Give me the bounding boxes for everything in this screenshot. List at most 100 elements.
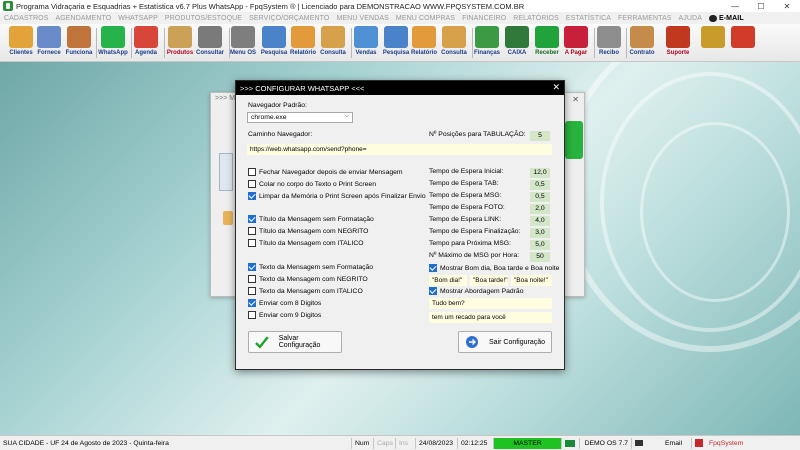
menu-produtos-estoque[interactable]: PRODUTOS/ESTOQUE	[165, 15, 242, 22]
toolbar-button-finan-as[interactable]: Finanças	[473, 26, 501, 62]
check-show-greetings[interactable]: Mostrar Bom dia, Boa tarde e Boa noite	[429, 264, 559, 272]
toolbar-button-pesquisa[interactable]: Pesquisa	[382, 26, 410, 62]
menu-agendamento[interactable]: AGENDAMENTO	[55, 15, 111, 22]
background-window-close[interactable]: ✕	[572, 95, 579, 104]
minimize-button[interactable]: —	[722, 0, 748, 12]
toolbar-separator	[164, 28, 165, 58]
toolbar-separator	[626, 28, 627, 58]
menu-compras[interactable]: MENU COMPRAS	[396, 15, 455, 22]
toolbar-button-vendas[interactable]: Vendas	[352, 26, 380, 62]
toolbar-button-produtos[interactable]: Produtos	[166, 26, 194, 62]
toolbar-button-label: Vendas	[355, 50, 377, 56]
menu-relatorios[interactable]: RELATÓRIOS	[513, 15, 559, 22]
check-title-no-format[interactable]: Título da Mensagem sem Formatação	[248, 215, 374, 223]
timing-field[interactable]: 3,0	[530, 228, 550, 238]
toolbar: Clientes Fornece Funciona WhatsApp Agenda Pro…	[0, 24, 800, 62]
check-clear-memory[interactable]: Limpar da Memória o Print Screen após Fi…	[248, 192, 426, 200]
relat-rio-icon	[291, 26, 315, 48]
timing-field[interactable]: 4,0	[530, 216, 550, 226]
timing-field[interactable]: 5,0	[530, 240, 550, 250]
timing-field[interactable]: 50	[530, 252, 550, 262]
approach-field-1[interactable]: Tudo bem?	[429, 298, 552, 309]
exit-config-button[interactable]: Sair Configuração	[458, 331, 552, 353]
greeting-morning-field[interactable]: "Bom dia!"	[429, 275, 467, 286]
tab-positions-label: Nº Posições para TABULAÇÃO:	[429, 131, 526, 138]
menu-ferramentas[interactable]: FERRAMENTAS	[618, 15, 671, 22]
email-icon	[708, 14, 717, 22]
checkbox-icon	[248, 287, 256, 295]
clientes-icon	[9, 26, 33, 48]
toolbar-button-label: Funciona	[65, 50, 93, 56]
menu-whatsapp[interactable]: WHATSAPP	[118, 15, 158, 22]
check-text-bold[interactable]: Texto da Mensagem com NEGRITO	[248, 275, 368, 283]
toolbar-button-label: A Pagar	[564, 50, 588, 56]
menu-email[interactable]: E-MAIL	[708, 14, 744, 22]
menu-vendas[interactable]: MENU VENDAS	[336, 15, 388, 22]
toolbar-button-consulta[interactable]: Consulta	[440, 26, 468, 62]
toolbar-button-suporte[interactable]: Suporte	[664, 26, 692, 62]
dialog-close-button[interactable]: ✕	[552, 82, 560, 93]
toolbar-button-caixa[interactable]: CAIXA	[503, 26, 531, 62]
menu-estatistica[interactable]: ESTATÍSTICA	[566, 15, 611, 22]
check-send-9-digits[interactable]: Enviar com 9 Digitos	[248, 311, 321, 319]
toolbar-button-label: Consulta	[441, 50, 467, 56]
staircase-decoration	[640, 122, 790, 302]
approach-field-2[interactable]: tem um recado para você	[429, 312, 552, 323]
greeting-evening-field[interactable]: "Boa noite!"	[511, 275, 552, 286]
toolbar-button-icon-23[interactable]	[729, 26, 757, 62]
toolbar-button-relat-rio[interactable]: Relatório	[410, 26, 438, 62]
toolbar-button-relat-rio[interactable]: Relatório	[289, 26, 317, 62]
toolbar-button-funciona[interactable]: Funciona	[65, 26, 93, 62]
toolbar-button-menu-os[interactable]: Menu OS	[229, 26, 257, 62]
maximize-button[interactable]: ☐	[748, 0, 774, 12]
close-button[interactable]: ✕	[774, 0, 800, 12]
toolbar-button-agenda[interactable]: Agenda	[132, 26, 160, 62]
toolbar-separator	[131, 28, 132, 58]
check-close-browser[interactable]: Fechar Navegador depois de enviar Mensag…	[248, 168, 403, 176]
tab-positions-field[interactable]: 5	[530, 131, 550, 141]
check-text-no-format[interactable]: Texto da Mensagem sem Formatação	[248, 263, 373, 271]
background-green-button[interactable]	[565, 121, 583, 159]
toolbar-button-label: Finanças	[473, 50, 500, 56]
browser-path-field[interactable]: https://web.whatsapp.com/send?phone=	[247, 144, 552, 155]
menu-financeiro[interactable]: FINANCEIRO	[462, 15, 506, 22]
toolbar-button-receber[interactable]: Receber	[533, 26, 561, 62]
timing-field[interactable]: 0,5	[530, 192, 550, 202]
menu-servico-orcamento[interactable]: SERVIÇO/ORÇAMENTO	[249, 15, 329, 22]
status-email[interactable]: Email	[662, 437, 692, 449]
toolbar-button-contrato[interactable]: Contrato	[628, 26, 656, 62]
timing-label: Tempo de Espera MSG:	[429, 192, 502, 199]
timing-field[interactable]: 0,5	[530, 180, 550, 190]
toolbar-button-whatsapp[interactable]: WhatsApp	[98, 26, 128, 62]
whatsapp-icon	[101, 26, 125, 48]
check-title-bold[interactable]: Título da Mensagem com NEGRITO	[248, 227, 368, 235]
toolbar-separator	[472, 28, 473, 58]
receber-icon	[535, 26, 559, 48]
toolbar-button-fornece[interactable]: Fornece	[35, 26, 63, 62]
check-title-italic[interactable]: Título da Mensagem com ITALICO	[248, 239, 364, 247]
check-text-italic[interactable]: Texto da Mensagem com ITALICO	[248, 287, 363, 295]
toolbar-button-label: Consultar	[196, 50, 225, 56]
toolbar-button-consultar[interactable]: Consultar	[196, 26, 224, 62]
menu-cadastros[interactable]: CADASTROS	[4, 15, 48, 22]
toolbar-button-recibo[interactable]: Recibo	[595, 26, 623, 62]
status-email-icon-cell[interactable]	[632, 438, 662, 449]
timing-label: Tempo de Espera LINK:	[429, 216, 502, 223]
toolbar-button-pesquisa[interactable]: Pesquisa	[260, 26, 288, 62]
pesquisa-icon	[262, 26, 286, 48]
tool-23-icon	[731, 26, 755, 48]
timing-field[interactable]: 2,0	[530, 204, 550, 214]
path-label: Caminho Navegador:	[248, 131, 313, 138]
menu-ajuda[interactable]: AJUDA	[679, 15, 702, 22]
timing-field[interactable]: 12,0	[530, 168, 550, 178]
toolbar-button-consulta[interactable]: Consulta	[319, 26, 347, 62]
greeting-afternoon-field[interactable]: "Boa tarde!"	[470, 275, 508, 286]
save-config-button[interactable]: Salvar Configuração	[248, 331, 342, 353]
toolbar-button-a-pagar[interactable]: A Pagar	[562, 26, 590, 62]
check-show-approach[interactable]: Mostrar Abordagem Padrão	[429, 287, 524, 295]
check-send-8-digits[interactable]: Enviar com 8 Digitos	[248, 299, 321, 307]
toolbar-button-clientes[interactable]: Clientes	[7, 26, 35, 62]
check-paste-printscreen[interactable]: Colar no corpo do Texto o Print Screen	[248, 180, 376, 188]
browser-select[interactable]: chrome.exe ⌵	[247, 112, 353, 123]
toolbar-button-icon-22[interactable]	[699, 26, 727, 62]
